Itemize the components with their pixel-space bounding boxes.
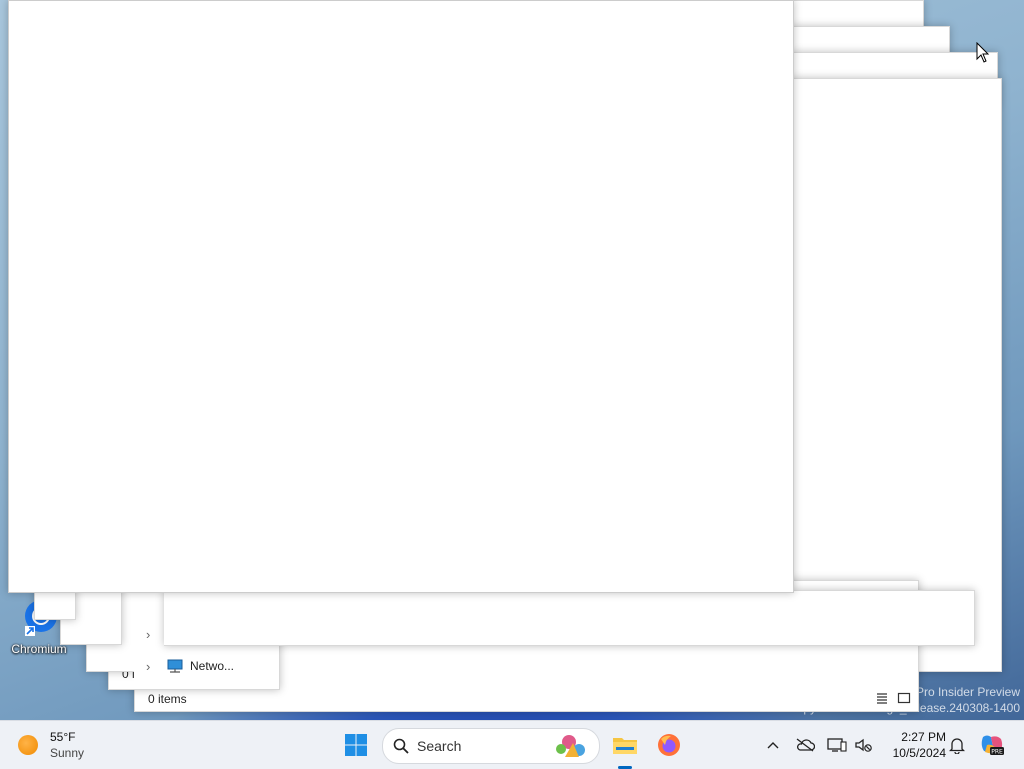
search-icon	[393, 738, 409, 754]
blank-window-main[interactable]	[8, 0, 794, 593]
onedrive-tray-button[interactable]	[792, 733, 818, 757]
search-highlight-icon	[549, 733, 593, 759]
chevron-right-icon[interactable]: ›	[146, 659, 160, 674]
volume-tray-button[interactable]	[850, 733, 876, 757]
weather-widget[interactable]: 55°F Sunny	[18, 729, 84, 761]
network-tray-button[interactable]	[824, 733, 850, 757]
copilot-button[interactable]: PRE	[978, 733, 1006, 757]
taskbar-clock[interactable]: 2:27 PM 10/5/2024	[880, 729, 946, 761]
speaker-muted-icon	[855, 738, 872, 752]
nav-item-label: Netwo...	[190, 659, 235, 673]
weather-temp: 55°F	[50, 730, 76, 744]
details-view-icon[interactable]	[875, 691, 889, 705]
show-hidden-icons-button[interactable]	[760, 733, 786, 757]
clock-time: 2:27 PM	[901, 730, 946, 744]
network-icon	[166, 659, 184, 673]
search-placeholder: Search	[417, 738, 462, 754]
status-item-count: 0 items	[148, 692, 187, 706]
tiles-view-icon[interactable]	[897, 691, 911, 705]
windows-logo-icon	[345, 734, 367, 756]
chevron-up-icon	[767, 742, 779, 749]
mouse-cursor-icon	[976, 41, 990, 64]
network-status-icon	[827, 738, 847, 752]
taskbar: 55°F Sunny Search 2:27 PM 10/5/2024 PRE	[0, 720, 1024, 769]
folder-icon	[613, 738, 637, 754]
start-button[interactable]	[338, 727, 374, 763]
svg-text:PRE: PRE	[991, 749, 1003, 756]
cloud-off-icon	[796, 738, 815, 752]
taskbar-search-box[interactable]: Search	[382, 728, 600, 764]
clock-date: 10/5/2024	[892, 746, 946, 760]
notifications-button[interactable]	[944, 733, 970, 757]
firefox-taskbar-button[interactable]	[651, 727, 687, 763]
copilot-icon: PRE	[981, 735, 1004, 756]
nav-item-network[interactable]: › Netwo...	[146, 652, 234, 680]
chevron-right-icon[interactable]: ›	[146, 627, 160, 642]
explorer-inner-pane[interactable]	[164, 590, 975, 646]
file-explorer-taskbar-button[interactable]	[607, 727, 643, 763]
bell-icon	[949, 738, 965, 754]
sun-icon	[18, 735, 38, 755]
firefox-icon	[658, 734, 680, 756]
weather-condition: Sunny	[50, 746, 85, 760]
